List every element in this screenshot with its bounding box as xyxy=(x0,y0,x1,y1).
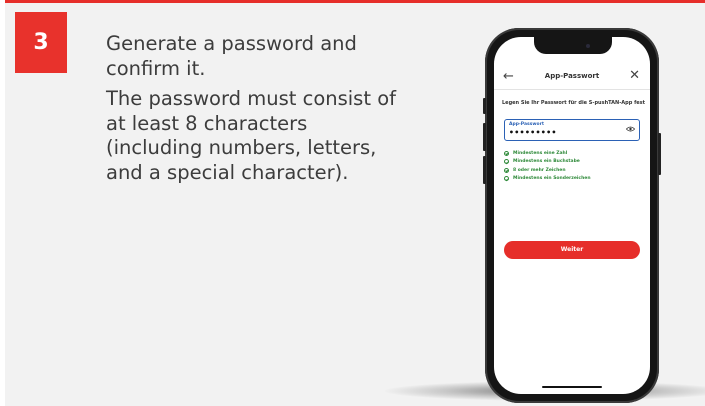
rule-text: Mindestens ein Sonderzeichen xyxy=(513,176,591,182)
rule-item: Mindestens eine Zahl xyxy=(504,149,644,158)
rule-item: Mindestens ein Buchstabe xyxy=(504,158,644,167)
check-circle-icon xyxy=(504,159,509,165)
phone-power-button xyxy=(658,133,661,175)
phone-screen: ← App-Passwort ✕ Legen Sie Ihr Passwort … xyxy=(494,37,650,394)
phone-notch xyxy=(534,37,612,54)
password-rules: Mindestens eine Zahl Mindestens ein Buch… xyxy=(504,149,644,183)
phone-side-button xyxy=(483,98,486,114)
phone-mockup: ← App-Passwort ✕ Legen Sie Ihr Passwort … xyxy=(483,28,661,403)
instruction-line-1: Generate a password and confirm it. xyxy=(106,32,357,80)
step-number-badge: 3 xyxy=(15,12,67,73)
check-circle-icon xyxy=(504,176,509,182)
continue-button[interactable]: Weiter xyxy=(504,241,640,259)
rule-item: 8 oder mehr Zeichen xyxy=(504,166,644,175)
instruction-text: Generate a password and confirm it. The … xyxy=(106,32,396,191)
password-prompt: Legen Sie Ihr Passwort für die S-pushTAN… xyxy=(502,100,645,106)
phone-volume-up-button xyxy=(483,123,486,151)
phone-volume-down-button xyxy=(483,156,486,184)
password-field-label: App-Passwort xyxy=(509,122,544,127)
home-indicator xyxy=(542,386,602,388)
close-icon[interactable]: ✕ xyxy=(629,68,640,83)
rule-item: Mindestens ein Sonderzeichen xyxy=(504,175,644,184)
check-circle-icon xyxy=(504,150,509,156)
header-divider xyxy=(494,89,650,90)
camera-icon xyxy=(586,44,590,48)
app-title: App-Passwort xyxy=(544,72,600,80)
app-header: ← App-Passwort ✕ xyxy=(494,67,650,89)
rule-text: Mindestens eine Zahl xyxy=(513,150,568,156)
password-field[interactable]: App-Passwort ••••••••• xyxy=(504,119,640,141)
rule-text: 8 oder mehr Zeichen xyxy=(513,167,566,173)
rule-text: Mindestens ein Buchstabe xyxy=(513,159,580,165)
check-circle-icon xyxy=(504,167,509,173)
password-field-value: ••••••••• xyxy=(509,128,557,137)
instruction-line-2: The password must consist of at least 8 … xyxy=(106,87,396,184)
instruction-card: 3 Generate a password and confirm it. Th… xyxy=(5,0,705,406)
eye-icon[interactable] xyxy=(626,126,635,132)
